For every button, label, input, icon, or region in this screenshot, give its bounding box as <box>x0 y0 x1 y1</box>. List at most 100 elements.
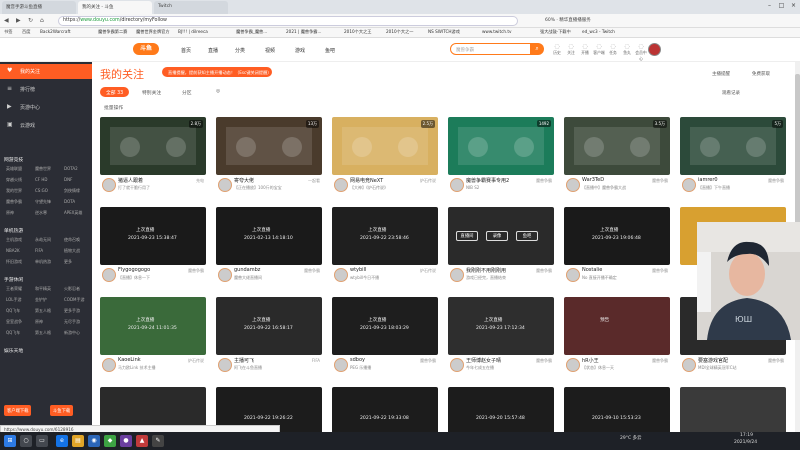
scrollbar-thumb[interactable] <box>795 74 800 234</box>
stream-thumbnail[interactable]: 直播间 录像 鱼吧 <box>448 207 554 265</box>
hover-button-0[interactable]: 直播间 <box>456 231 478 241</box>
streamer-name[interactable]: sdboy <box>350 357 410 363</box>
bookmark-item[interactable]: 魔兽争霸_魔兽... <box>236 29 267 35</box>
douyu-download-button[interactable]: 斗鱼下载 <box>50 405 74 416</box>
sidebar-category-link[interactable]: 我的世界 <box>6 188 22 194</box>
streamer-name[interactable]: 王师博赵女子晴 <box>466 357 526 364</box>
sidebar-category-link[interactable]: FIFA <box>35 248 43 253</box>
sidebar-category-link[interactable]: QQ飞车 <box>6 308 20 314</box>
sidebar-item-heart[interactable]: ♥ 我的关注 <box>0 64 92 79</box>
sidebar-category-link[interactable]: 和平精英 <box>35 286 51 292</box>
sidebar-category-link[interactable]: 更多 <box>64 259 72 265</box>
sidebar-category-link[interactable]: DOTA <box>64 199 75 204</box>
sidebar-category-link[interactable]: 王者荣耀 <box>6 286 22 292</box>
user-avatar[interactable] <box>648 43 661 56</box>
browser-tab[interactable]: 魔音手游斗鱼直播 <box>2 1 76 14</box>
reminder-link[interactable]: 主播提醒 <box>712 71 730 77</box>
sidebar-category-link[interactable]: LOL手游 <box>6 297 21 303</box>
back-icon[interactable]: ◀ <box>4 17 9 24</box>
bookmark-item[interactable]: 魔兽世界金牌官方 <box>136 29 170 35</box>
close-icon[interactable]: × <box>789 2 798 11</box>
bookmark-item[interactable]: 2010个大之一 <box>386 29 413 35</box>
header-icon-3[interactable]: ◌ 客户端 <box>592 43 606 56</box>
streamer-name[interactable]: KaoeLink <box>118 357 178 363</box>
streamer-avatar[interactable] <box>102 268 116 282</box>
streamer-name[interactable]: wtybill <box>350 267 410 273</box>
stream-thumbnail[interactable]: 上次直播 2021-09-23 15:38:47 <box>100 207 206 265</box>
stream-thumbnail[interactable]: 2.8万 <box>100 117 206 175</box>
folder-icon[interactable]: ▤ <box>72 435 84 447</box>
sidebar-category-link[interactable]: 穿越火线 <box>6 177 22 183</box>
edge-icon[interactable]: e <box>56 435 68 447</box>
reload-icon[interactable]: ↻ <box>28 17 33 24</box>
stream-thumbnail[interactable]: 上次直播 2021-09-22 16:58:17 <box>216 297 322 355</box>
sidebar-category-link[interactable]: 永劫无间 <box>35 237 51 243</box>
streamer-avatar[interactable] <box>102 178 116 192</box>
stream-card[interactable]: 3.5万 War3TeD 魔兽争霸 【直播中】魔兽争霸大战 <box>564 117 670 201</box>
header-icon-6[interactable]: ◌ 会员中心 <box>634 43 648 62</box>
sidebar-category-link[interactable]: 皇室战争 <box>6 319 22 325</box>
sidebar-category-link[interactable]: 火影忍者 <box>64 286 80 292</box>
streamer-avatar[interactable] <box>218 358 232 372</box>
streamer-avatar[interactable] <box>566 358 580 372</box>
sidebar-category-link[interactable]: 第五人格 <box>35 308 51 314</box>
windows-start-icon[interactable]: ⊞ <box>4 435 16 447</box>
app-icon[interactable]: ◆ <box>104 435 116 447</box>
watch-record-link[interactable]: 观看记录 <box>722 90 740 96</box>
nav-yuba[interactable]: 鱼吧 <box>325 47 335 54</box>
sidebar-category-link[interactable]: 怀旧游戏 <box>6 259 22 265</box>
header-icon-4[interactable]: ◌ 任务 <box>606 43 620 56</box>
stream-card[interactable]: 5万 iamrer0 魔兽争霸 【直播】下午直播 <box>680 117 786 201</box>
free-get-link[interactable]: 免费获取 <box>752 71 770 77</box>
streamer-avatar[interactable] <box>682 178 696 192</box>
minimize-icon[interactable]: – <box>765 2 774 11</box>
stream-card[interactable]: 1492 魔兽争霸赛事专用2 魔兽争霸 NIB S2 <box>448 117 554 201</box>
streamer-name[interactable]: Flygogogogo <box>118 267 178 273</box>
sidebar-category-link[interactable]: QQ飞车 <box>6 330 20 336</box>
sidebar-category-link[interactable]: DNF <box>64 177 72 182</box>
streamer-avatar[interactable] <box>334 268 348 282</box>
stream-card[interactable]: 上次直播 2021-09-23 17:12:34 王师博赵女子晴 魔兽争霸 今年七成五在… <box>448 297 554 381</box>
bookmark-item[interactable]: BJ!!! | dilreeca <box>178 29 208 34</box>
sidebar-category-link[interactable]: CS:GO <box>35 188 48 193</box>
filter-tab-3[interactable]: ◎ <box>210 87 226 97</box>
filter-tab-1[interactable]: 特别关注 <box>136 87 167 97</box>
stream-thumbnail[interactable]: 上次直播 2021-09-23 18:03:29 <box>332 297 438 355</box>
streamer-avatar[interactable] <box>566 268 580 282</box>
sidebar-category-link[interactable]: CF HD <box>35 177 47 182</box>
streamer-name[interactable]: Nostalie <box>582 267 642 273</box>
streamer-name[interactable]: 猪逼人跟着 <box>118 177 178 184</box>
stream-thumbnail[interactable]: 预告 <box>564 297 670 355</box>
bookmark-item[interactable]: 强大战鼓·下载中 <box>540 29 571 35</box>
stream-thumbnail[interactable]: 上次直播 2021-09-23 19:06:48 <box>564 207 670 265</box>
sidebar-category-link[interactable]: 主机游戏 <box>6 237 22 243</box>
stream-card[interactable]: 上次直播 2021-09-23 15:38:47 Flygogogogo 魔兽争霸 【直… <box>100 207 206 291</box>
search-taskbar-icon[interactable]: ○ <box>20 435 32 447</box>
hover-button-1[interactable]: 录像 <box>486 231 508 241</box>
obs-icon[interactable]: ● <box>120 435 132 447</box>
streamer-name[interactable]: 魔兽争霸赛事专用2 <box>466 177 526 184</box>
streamer-name[interactable]: War3TeD <box>582 177 642 183</box>
streamer-name[interactable]: 寄夸大佬 <box>234 177 294 184</box>
nav-video[interactable]: 视频 <box>265 47 275 54</box>
nav-live[interactable]: 直播 <box>208 47 218 54</box>
nav-home[interactable]: 首页 <box>181 47 191 54</box>
bookmark-item[interactable]: 百度 <box>22 29 30 35</box>
sidebar-item-tv[interactable]: ▣ 云游戏 <box>0 118 92 133</box>
browser-icon[interactable]: ◉ <box>88 435 100 447</box>
task-view-icon[interactable]: ▭ <box>36 435 48 447</box>
sidebar-category-link[interactable]: 原神 <box>6 210 14 216</box>
sidebar-category-link[interactable]: 新游中心 <box>64 330 80 336</box>
search-icon[interactable]: ⌕ <box>530 43 544 55</box>
batch-manage-button[interactable]: 批量操作 <box>104 104 123 111</box>
streamer-avatar[interactable] <box>450 178 464 192</box>
nav-games[interactable]: 游戏 <box>295 47 305 54</box>
bookmark-item[interactable]: 魔兽争霸第二赛 <box>98 29 127 35</box>
pen-icon[interactable]: ✎ <box>152 435 164 447</box>
browser-tab-active[interactable]: 我的关注 - 斗鱼 <box>78 1 152 14</box>
stream-card[interactable]: 上次直播 2021-09-24 11:01:35 KaoeLink 炉石传说 马力欧Li… <box>100 297 206 381</box>
stream-card[interactable]: 上次直播 2021-09-22 23:58:46 wtybill 炉石传说 wtybil… <box>332 207 438 291</box>
sidebar-category-link[interactable]: CODM手游 <box>64 297 84 303</box>
stream-card[interactable]: 预告 hR小王 魔兽争霸 【状态】休息一天 <box>564 297 670 381</box>
stream-thumbnail[interactable]: 上次直播 2021-09-24 11:01:35 <box>100 297 206 355</box>
